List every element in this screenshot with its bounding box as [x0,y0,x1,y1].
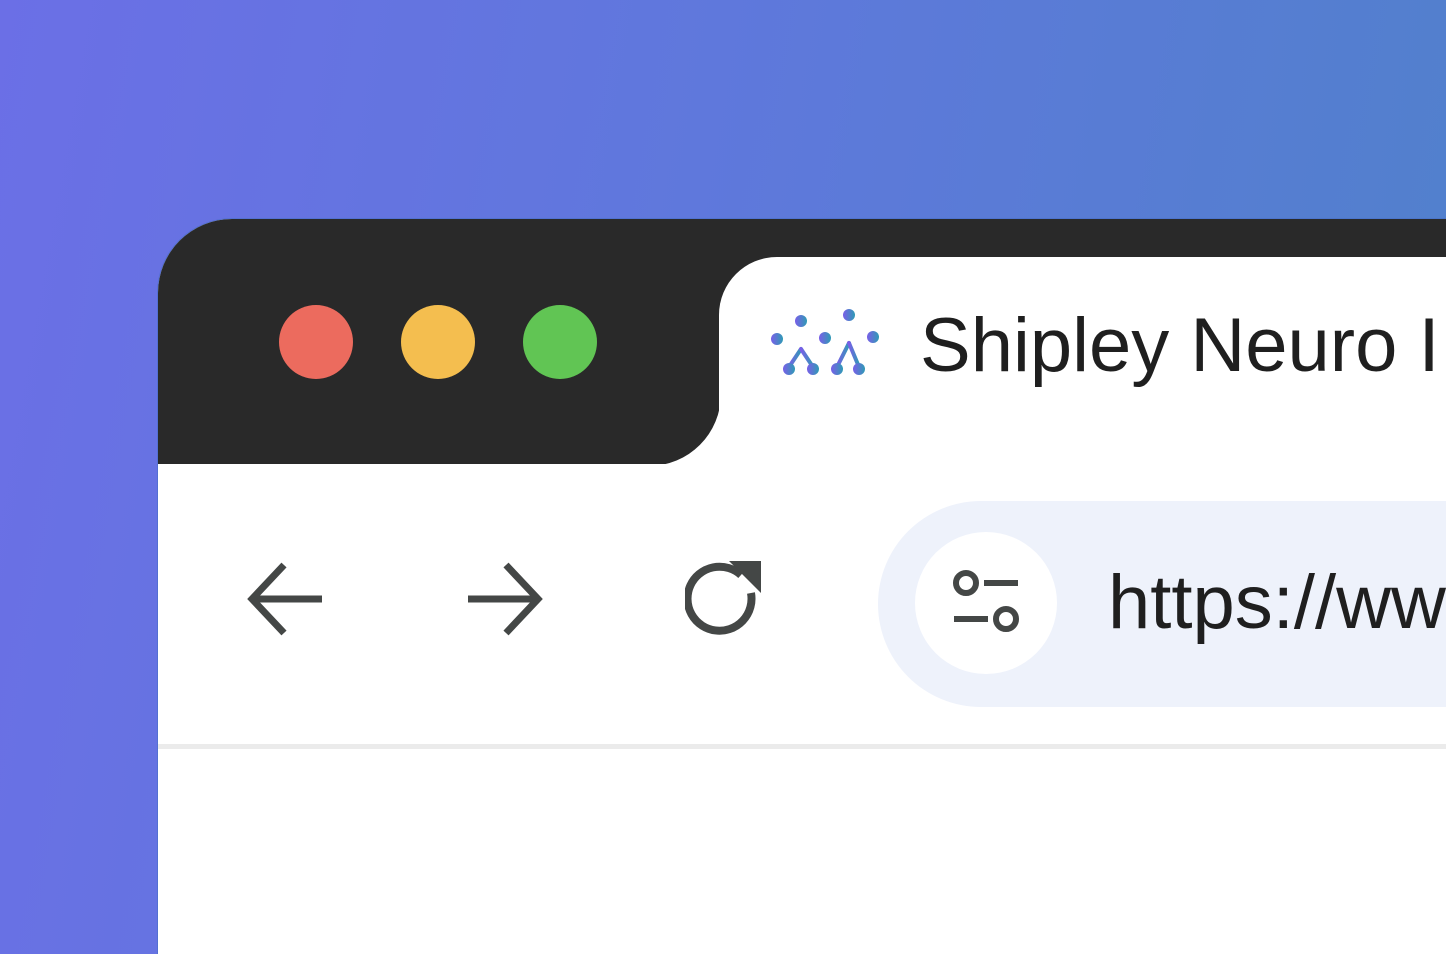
browser-window: Shipley Neuro I https://ww [158,219,1446,954]
tune-sliders-icon [953,570,1019,632]
address-bar[interactable]: https://ww [878,501,1446,707]
minimize-window-button[interactable] [401,305,475,379]
site-info-button[interactable] [915,532,1057,674]
people-network-logo-icon [769,309,881,381]
close-window-button[interactable] [279,305,353,379]
url-text[interactable]: https://ww [1108,553,1446,653]
forward-button[interactable] [464,559,544,639]
reload-button[interactable] [683,559,765,639]
browser-toolbar: https://ww [158,464,1446,744]
page-content [158,749,1446,954]
browser-tab[interactable]: Shipley Neuro I [719,257,1446,472]
back-button[interactable] [246,559,326,639]
tab-curve [649,394,721,466]
reload-icon [683,561,761,635]
arrow-right-icon [468,562,543,636]
arrow-left-icon [247,562,322,636]
tab-title: Shipley Neuro I [920,303,1440,388]
maximize-window-button[interactable] [523,305,597,379]
